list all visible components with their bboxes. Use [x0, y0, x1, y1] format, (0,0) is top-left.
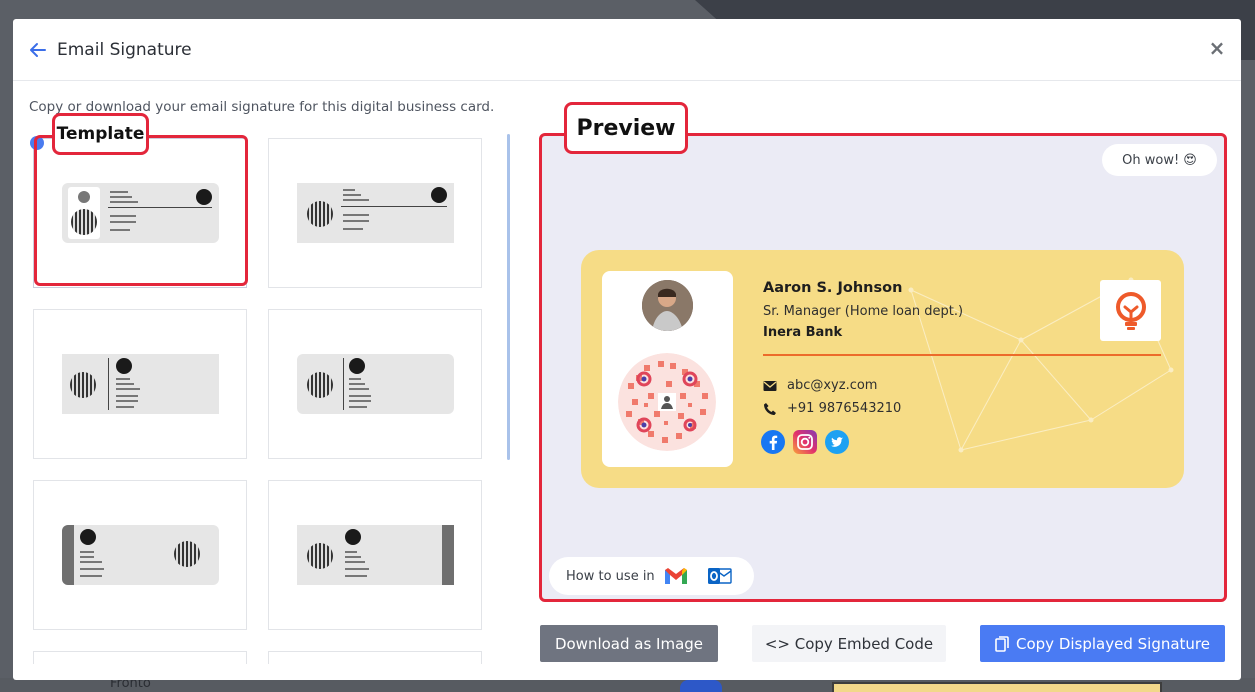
- template-annotation-label: Template: [52, 113, 149, 155]
- modal-header: Email Signature ×: [13, 19, 1241, 81]
- template-scrollbar[interactable]: [507, 134, 510, 460]
- back-arrow-icon[interactable]: [29, 41, 47, 59]
- preview-highlight: [539, 133, 1227, 602]
- copy-signature-label: Copy Displayed Signature: [1016, 634, 1210, 653]
- template-option-2[interactable]: [268, 138, 482, 288]
- template-option-6[interactable]: [268, 480, 482, 630]
- template-thumbnail: [62, 525, 219, 585]
- download-image-button[interactable]: Download as Image: [540, 625, 718, 662]
- copy-embed-code-button[interactable]: <> Copy Embed Code: [752, 625, 946, 662]
- close-icon[interactable]: ×: [1207, 36, 1227, 60]
- template-option-8[interactable]: [268, 651, 482, 664]
- backdrop-card: [832, 682, 1162, 692]
- template-option-3[interactable]: [33, 309, 247, 459]
- template-option-4[interactable]: [268, 309, 482, 459]
- backdrop-bottom: Fronto: [0, 676, 1255, 692]
- template-thumbnail: [297, 354, 454, 414]
- preview-annotation-label: Preview: [564, 102, 688, 154]
- template-option-7[interactable]: [33, 651, 247, 664]
- copy-signature-button[interactable]: Copy Displayed Signature: [980, 625, 1225, 662]
- template-highlight: [34, 135, 248, 286]
- template-thumbnail: [62, 354, 219, 414]
- modal-title: Email Signature: [57, 39, 192, 60]
- copy-icon: [995, 635, 1009, 652]
- template-option-5[interactable]: [33, 480, 247, 630]
- backdrop-toggle: [680, 680, 722, 692]
- template-thumbnail: [297, 183, 454, 243]
- template-thumbnail: [297, 525, 454, 585]
